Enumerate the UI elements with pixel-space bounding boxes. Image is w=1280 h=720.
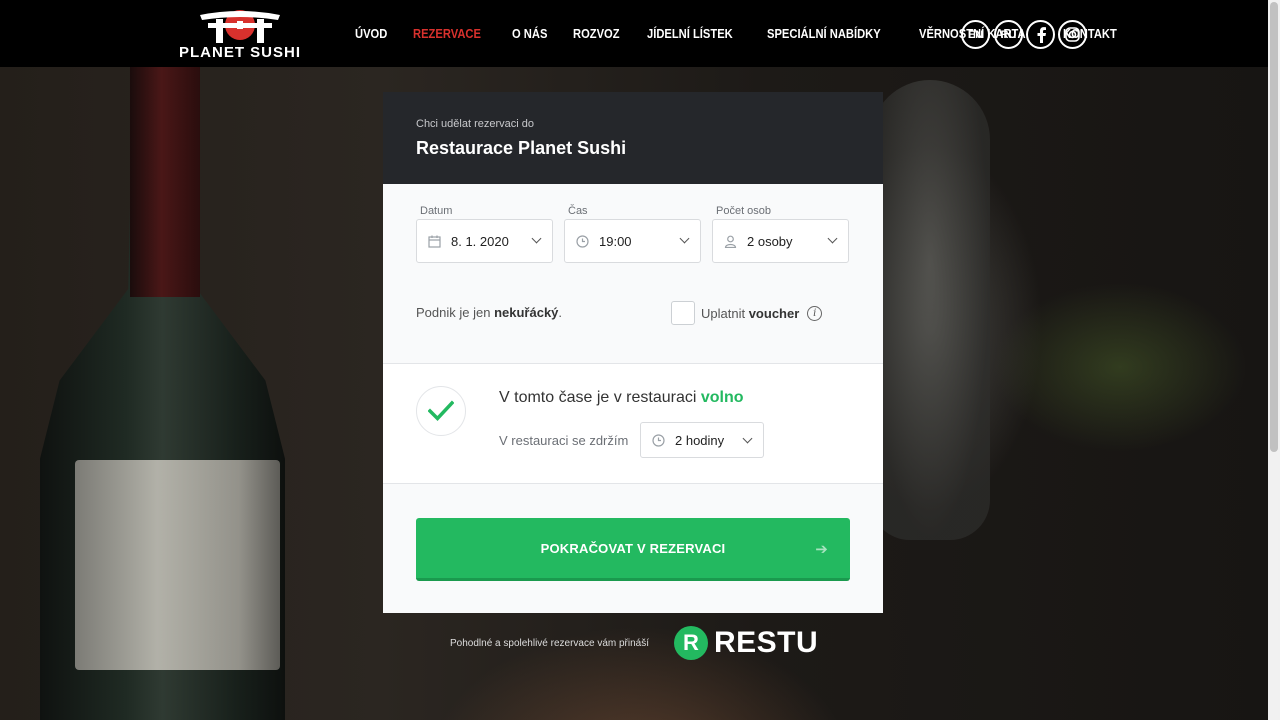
card-header: Chci udělat rezervaci do Restaurace Plan… bbox=[383, 92, 883, 184]
voucher-label-bold: voucher bbox=[748, 305, 800, 321]
clock-icon bbox=[575, 234, 589, 248]
bottle-label bbox=[75, 460, 280, 670]
people-select[interactable]: 2 osoby bbox=[712, 219, 849, 263]
continue-reservation-button[interactable]: POKRAČOVAT V REZERVACI ➔ bbox=[416, 518, 850, 581]
availability-panel: V tomto čase je v restauraci volno V res… bbox=[383, 363, 883, 484]
bottle-foil bbox=[130, 67, 200, 297]
lang-ru-button[interactable]: RU bbox=[994, 20, 1023, 49]
lang-en-button[interactable]: EN bbox=[961, 20, 990, 49]
smoking-note-bold: nekuřácký bbox=[494, 305, 559, 320]
people-label: Počet osob bbox=[716, 205, 772, 217]
torii-logo-icon bbox=[200, 10, 280, 43]
reservation-card: Chci udělat rezervaci do Restaurace Plan… bbox=[383, 92, 883, 613]
chevron-down-icon bbox=[679, 233, 690, 244]
people-field: Počet osob 2 osoby bbox=[712, 205, 849, 263]
voucher-option: Uplatnit voucher i bbox=[671, 301, 823, 325]
availability-check bbox=[416, 386, 466, 436]
page-scrollbar[interactable] bbox=[1268, 0, 1280, 720]
nav-item-rezervace[interactable]: REZERVACE bbox=[413, 26, 481, 41]
restaurant-title: Restaurace Planet Sushi bbox=[416, 138, 627, 158]
people-value: 2 osoby bbox=[747, 233, 793, 249]
nav-item-jidelni-listek[interactable]: JÍDELNÍ LÍSTEK bbox=[647, 26, 733, 41]
person-icon bbox=[723, 234, 737, 248]
reservation-fields: Datum 8. 1. 2020 Čas 19:00 Počet osob 2 … bbox=[416, 205, 860, 263]
logo-text: PLANET SUSHI bbox=[178, 44, 301, 61]
arrow-right-icon: ➔ bbox=[815, 541, 828, 558]
facebook-button[interactable] bbox=[1026, 20, 1055, 49]
date-field: Datum 8. 1. 2020 bbox=[416, 205, 553, 263]
voucher-checkbox[interactable] bbox=[671, 301, 695, 325]
scrollbar-thumb[interactable] bbox=[1270, 2, 1278, 452]
restu-logo-icon: R bbox=[674, 626, 708, 660]
calendar-icon bbox=[427, 234, 441, 248]
clock-icon bbox=[651, 433, 665, 447]
continue-reservation-label: POKRAČOVAT V REZERVACI bbox=[540, 540, 726, 556]
nav-item-rozvoz[interactable]: ROZVOZ bbox=[573, 26, 620, 41]
chevron-down-icon bbox=[827, 233, 838, 244]
nav-item-specialni-nabidky[interactable]: SPECIÁLNÍ NABÍDKY bbox=[767, 26, 881, 41]
instagram-icon bbox=[1065, 27, 1080, 42]
time-field: Čas 19:00 bbox=[564, 205, 701, 263]
time-select[interactable]: 19:00 bbox=[564, 219, 701, 263]
smoking-note-suffix: . bbox=[558, 305, 563, 320]
smoking-note: Podnik je jen nekuřácký. bbox=[416, 305, 562, 320]
stay-duration-select[interactable]: 2 hodiny bbox=[640, 422, 764, 458]
availability-message: V tomto čase je v restauraci volno bbox=[499, 389, 744, 407]
time-label: Čas bbox=[568, 205, 588, 217]
check-icon bbox=[428, 400, 454, 422]
stay-duration-label: V restauraci se zdržím bbox=[499, 433, 629, 448]
smoking-note-prefix: Podnik je jen bbox=[416, 305, 491, 320]
nav-item-o-nas[interactable]: O NÁS bbox=[512, 26, 547, 41]
card-subtitle: Chci udělat rezervaci do bbox=[416, 118, 535, 130]
time-value: 19:00 bbox=[599, 233, 632, 249]
restu-brand: RESTU bbox=[714, 626, 819, 659]
date-label: Datum bbox=[420, 205, 453, 217]
chevron-down-icon bbox=[742, 433, 753, 444]
nav-item-uvod[interactable]: ÚVOD bbox=[355, 26, 387, 41]
facebook-icon bbox=[1037, 26, 1046, 43]
site-logo[interactable]: PLANET SUSHI bbox=[178, 9, 302, 61]
info-icon[interactable]: i bbox=[807, 305, 823, 321]
availability-prefix: V tomto čase je v restauraci bbox=[499, 389, 697, 406]
voucher-label[interactable]: Uplatnit voucher bbox=[701, 306, 799, 321]
date-value: 8. 1. 2020 bbox=[451, 233, 509, 249]
date-select[interactable]: 8. 1. 2020 bbox=[416, 219, 553, 263]
background-statue bbox=[870, 80, 990, 540]
restu-logo[interactable]: R RESTU bbox=[674, 626, 818, 660]
site-header: PLANET SUSHI ÚVOD REZERVACE O NÁS ROZVOZ… bbox=[0, 0, 1268, 67]
stay-duration-value: 2 hodiny bbox=[675, 432, 725, 448]
powered-by-text: Pohodlné a spolehlivé rezervace vám přin… bbox=[450, 638, 649, 649]
availability-status: volno bbox=[700, 389, 744, 406]
voucher-label-prefix: Uplatnit bbox=[701, 305, 746, 321]
instagram-button[interactable] bbox=[1058, 20, 1087, 49]
chevron-down-icon bbox=[531, 233, 542, 244]
